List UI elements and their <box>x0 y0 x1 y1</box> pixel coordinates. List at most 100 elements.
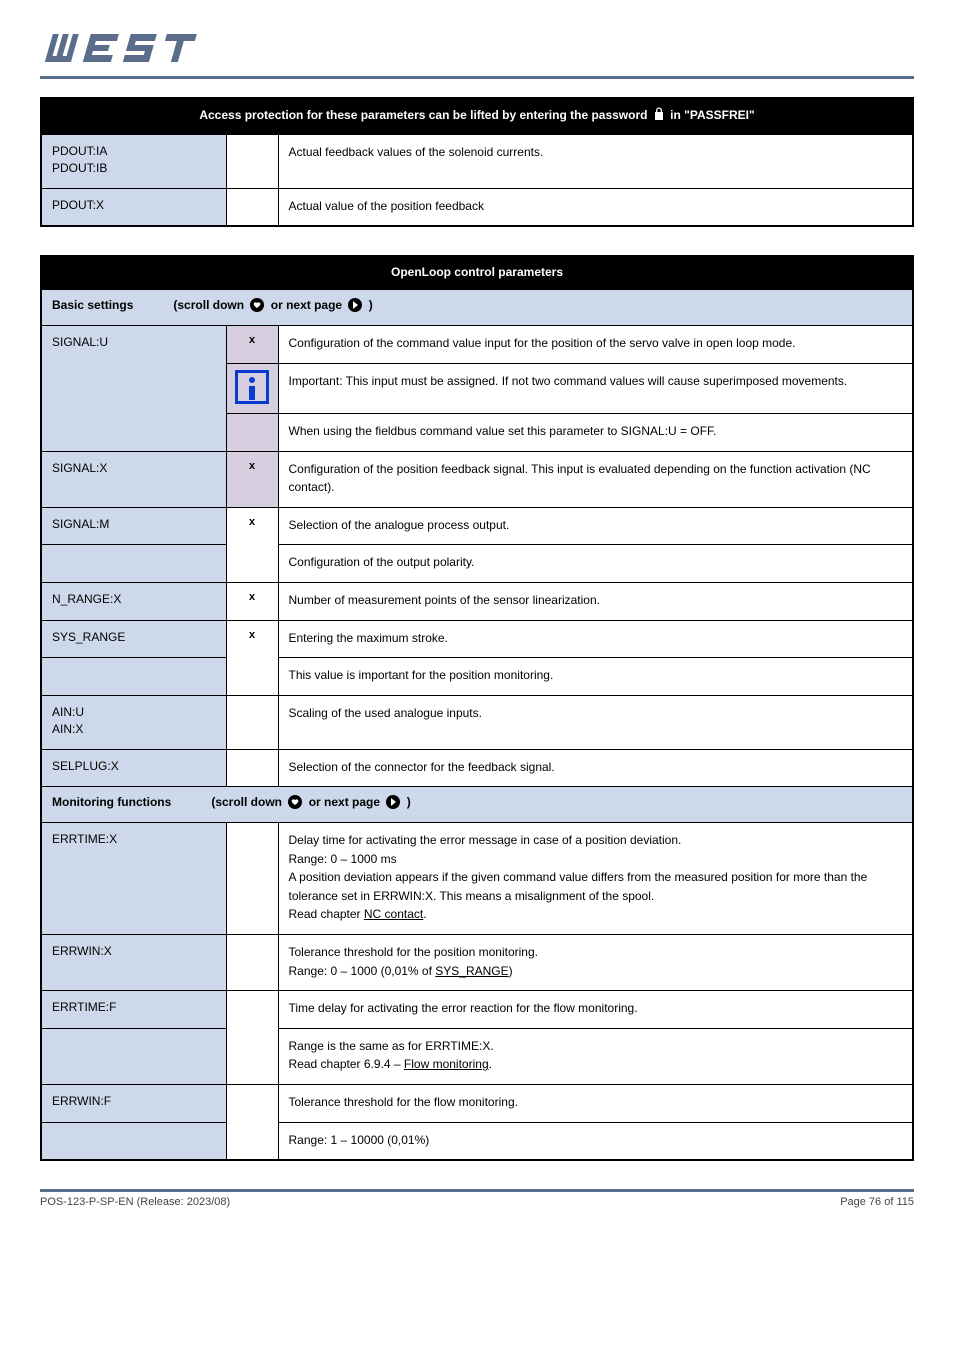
footer-rule <box>40 1189 914 1192</box>
table-row: Configuration of the output polarity. <box>41 545 913 583</box>
code-cell <box>226 413 278 451</box>
desc-line: A position deviation appears if the give… <box>289 868 903 905</box>
desc-cell: Configuration of the output polarity. <box>278 545 913 583</box>
code-cell: x <box>226 507 278 582</box>
param-label: N_RANGE:X <box>41 582 226 620</box>
param-label: ERRTIME:F <box>41 991 226 1029</box>
table-row: This value is important for the position… <box>41 658 913 696</box>
param-label: SIGNAL:U <box>41 326 226 451</box>
param-label: SIGNAL:M <box>41 507 226 545</box>
desc-cell: This value is important for the position… <box>278 658 913 696</box>
table-row: ERRWIN:X Tolerance threshold for the pos… <box>41 935 913 991</box>
brand-logo <box>40 30 914 70</box>
param-label <box>41 1122 226 1160</box>
code-cell <box>226 135 278 189</box>
subheader-basic: Basic settings (scroll down or next page… <box>41 290 913 326</box>
info-icon <box>235 370 269 404</box>
code-cell <box>226 823 278 935</box>
param-label: SELPLUG:X <box>41 749 226 787</box>
desc-cell: Actual feedback values of the solenoid c… <box>278 135 913 189</box>
lock-icon <box>653 107 665 124</box>
header-rule <box>40 76 914 79</box>
footer-left: POS-123-P-SP-EN (Release: 2023/08) <box>40 1196 230 1208</box>
param-label <box>41 545 226 583</box>
table-row: AIN:U AIN:X Scaling of the used analogue… <box>41 695 913 749</box>
subheader-hint-c: ) <box>407 795 411 809</box>
code-cell: x <box>226 582 278 620</box>
desc-cell: Configuration of the command value input… <box>278 326 913 364</box>
heart-icon <box>250 298 264 315</box>
table-row: PDOUT:X Actual value of the position fee… <box>41 188 913 226</box>
table-header: Access protection for these parameters c… <box>41 98 913 135</box>
desc-line: Read chapter 6.9.4 – Flow monitoring. <box>289 1055 903 1074</box>
desc-cell: Selection of the analogue process output… <box>278 507 913 545</box>
subheader-title: Monitoring functions <box>52 795 171 809</box>
table-row: ERRTIME:X Delay time for activating the … <box>41 823 913 935</box>
desc-cell: Configuration of the position feedback s… <box>278 451 913 507</box>
code-cell <box>226 188 278 226</box>
code-cell: x <box>226 620 278 695</box>
desc-cell: Number of measurement points of the sens… <box>278 582 913 620</box>
table-row: Range: 1 – 10000 (0,01%) <box>41 1122 913 1160</box>
heart-icon <box>288 795 302 812</box>
page-footer: POS-123-P-SP-EN (Release: 2023/08) Page … <box>40 1196 914 1208</box>
next-icon <box>348 298 362 315</box>
desc-cell: Tolerance threshold for the flow monitor… <box>278 1085 913 1123</box>
param-label: PDOUT:IA PDOUT:IB <box>41 135 226 189</box>
code-cell: x <box>226 451 278 507</box>
desc-line: Range: 0 – 1000 (0,01% of SYS_RANGE) <box>289 962 903 981</box>
code-cell <box>226 991 278 1085</box>
link-sys-range[interactable]: SYS_RANGE <box>435 964 508 978</box>
param-label <box>41 1028 226 1084</box>
code-cell: x <box>226 326 278 364</box>
param-label: AIN:U AIN:X <box>41 695 226 749</box>
info-cell <box>226 363 278 413</box>
param-label <box>41 658 226 696</box>
desc-line: Range is the same as for ERRTIME:X. <box>289 1037 903 1056</box>
desc-cell: Range is the same as for ERRTIME:X. Read… <box>278 1028 913 1084</box>
table-header-text-right: in "PASSFREI" <box>670 108 755 122</box>
param-label: ERRWIN:F <box>41 1085 226 1123</box>
table-row: PDOUT:IA PDOUT:IB Actual feedback values… <box>41 135 913 189</box>
desc-line: Read chapter NC contact. <box>289 905 903 924</box>
table-row: ERRTIME:F Time delay for activating the … <box>41 991 913 1029</box>
param-label: PDOUT:X <box>41 188 226 226</box>
desc-line: Range: 0 – 1000 ms <box>289 850 903 869</box>
table-row: SIGNAL:M x Selection of the analogue pro… <box>41 507 913 545</box>
table-row: Range is the same as for ERRTIME:X. Read… <box>41 1028 913 1084</box>
desc-cell: Time delay for activating the error reac… <box>278 991 913 1029</box>
desc-cell: Range: 1 – 10000 (0,01%) <box>278 1122 913 1160</box>
table-row: SYS_RANGE x Entering the maximum stroke. <box>41 620 913 658</box>
link-nc-contact[interactable]: NC contact <box>364 907 423 921</box>
param-label: ERRTIME:X <box>41 823 226 935</box>
code-cell <box>226 935 278 991</box>
desc-cell: When using the fieldbus command value se… <box>278 413 913 451</box>
table-header-text-left: Access protection for these parameters c… <box>199 108 650 122</box>
desc-cell: Tolerance threshold for the position mon… <box>278 935 913 991</box>
param-label: SIGNAL:X <box>41 451 226 507</box>
table-row: SIGNAL:U x Configuration of the command … <box>41 326 913 364</box>
desc-cell: Scaling of the used analogue inputs. <box>278 695 913 749</box>
subheader-monitoring: Monitoring functions (scroll down or nex… <box>41 787 913 823</box>
param-label: SYS_RANGE <box>41 620 226 658</box>
table-header: OpenLoop control parameters <box>41 256 913 290</box>
param-label: ERRWIN:X <box>41 935 226 991</box>
desc-cell: Important: This input must be assigned. … <box>278 363 913 413</box>
link-flow-monitoring[interactable]: Flow monitoring <box>404 1057 489 1071</box>
desc-cell: Entering the maximum stroke. <box>278 620 913 658</box>
subheader-hint-a: (scroll down <box>173 298 247 312</box>
next-icon <box>386 795 400 812</box>
table-row: ERRWIN:F Tolerance threshold for the flo… <box>41 1085 913 1123</box>
desc-cell: Actual value of the position feedback <box>278 188 913 226</box>
desc-cell: Delay time for activating the error mess… <box>278 823 913 935</box>
footer-right: Page 76 of 115 <box>840 1196 914 1208</box>
table-access-protection: Access protection for these parameters c… <box>40 97 914 227</box>
code-cell <box>226 695 278 749</box>
subheader-title: Basic settings <box>52 298 133 312</box>
table-row: SIGNAL:X x Configuration of the position… <box>41 451 913 507</box>
table-openloop: OpenLoop control parameters Basic settin… <box>40 255 914 1161</box>
desc-line: Tolerance threshold for the position mon… <box>289 943 903 962</box>
subheader-hint-b: or next page <box>309 795 384 809</box>
code-cell <box>226 1085 278 1161</box>
code-cell <box>226 749 278 787</box>
